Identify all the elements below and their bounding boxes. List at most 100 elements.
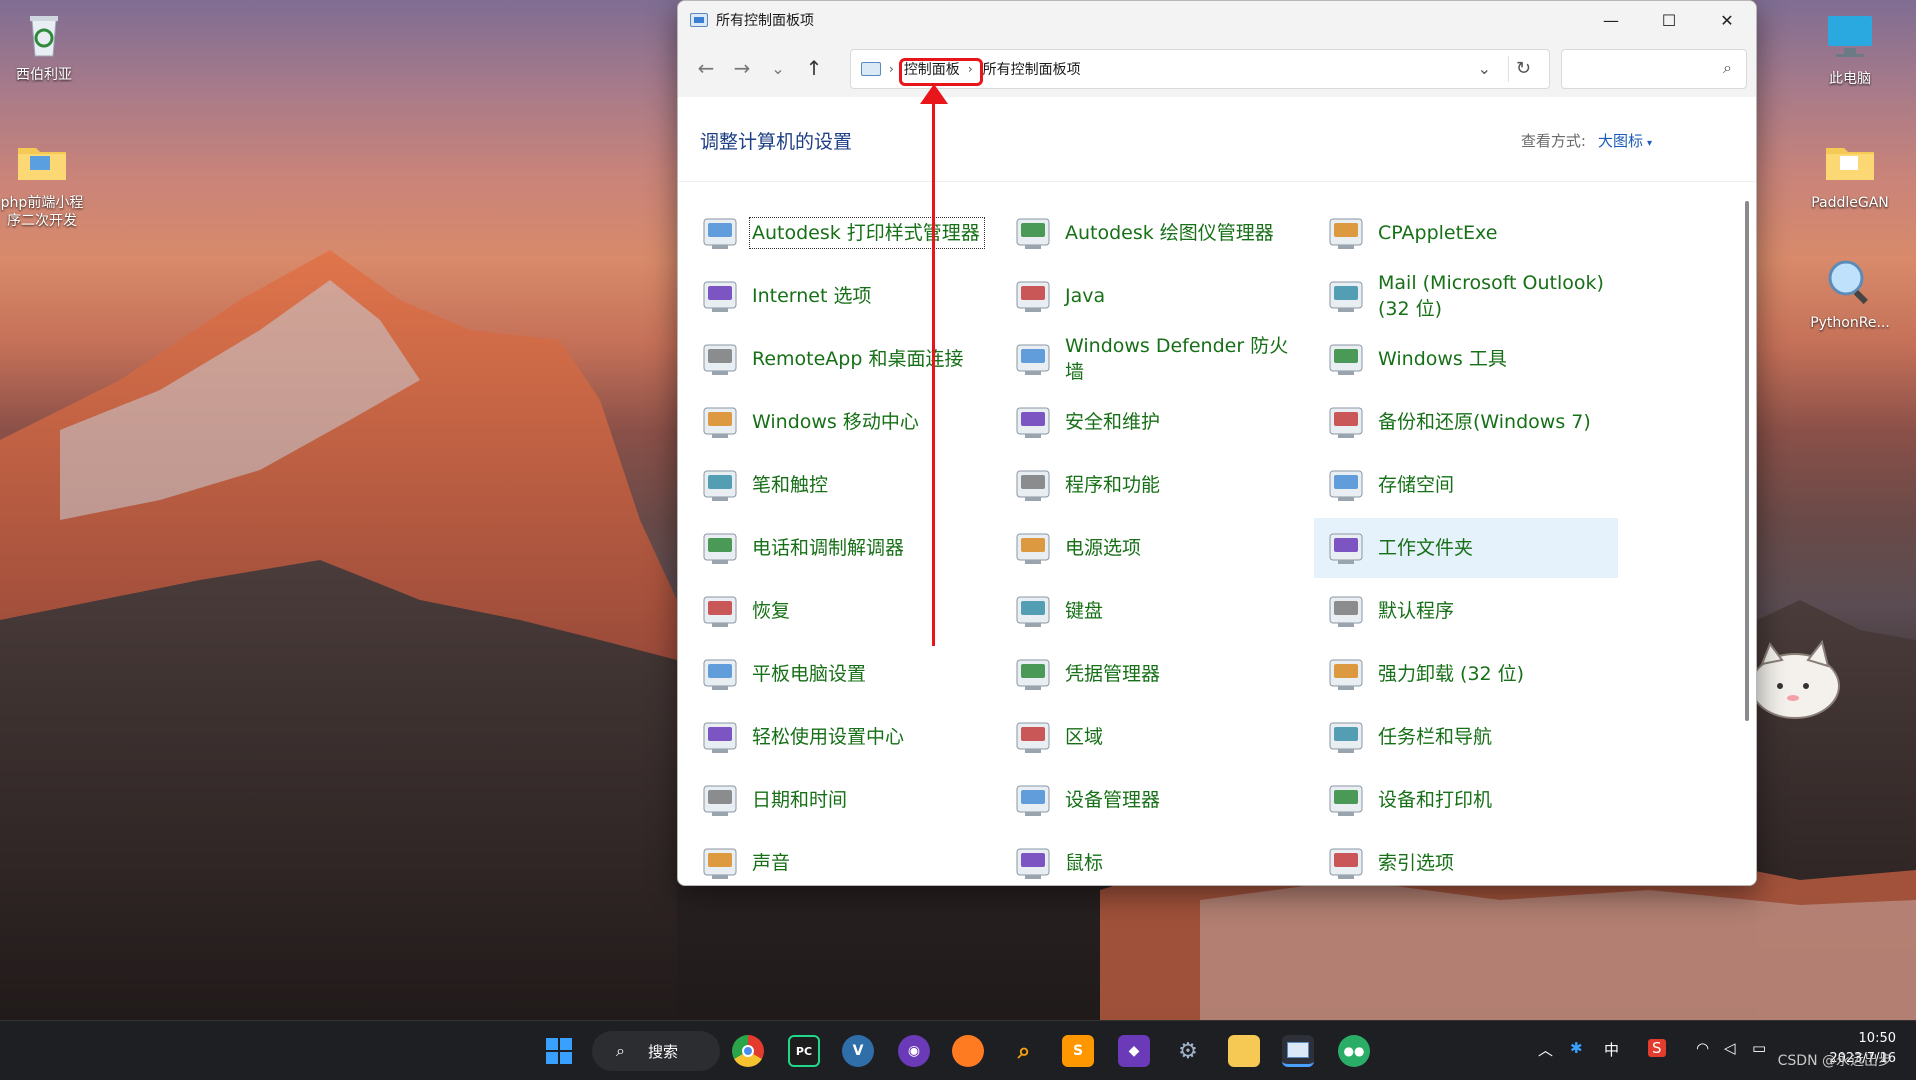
mail-icon xyxy=(1324,274,1368,318)
control-panel-item[interactable]: 键盘 xyxy=(1001,581,1305,641)
index-icon xyxy=(1324,841,1368,885)
control-panel-item-label: 程序和功能 xyxy=(1065,474,1161,496)
folder-icon xyxy=(14,134,70,190)
ime-indicator[interactable]: 中 xyxy=(1604,1039,1619,1060)
java-icon xyxy=(1011,274,1055,318)
control-panel-item[interactable]: Windows Defender 防火墙 xyxy=(1001,329,1305,389)
start-button[interactable] xyxy=(543,1035,575,1067)
refresh-icon[interactable]: ↻ xyxy=(1516,58,1531,79)
title-bar[interactable]: 所有控制面板项 — ☐ ✕ xyxy=(678,1,1756,39)
maximize-button[interactable]: ☐ xyxy=(1640,1,1698,39)
search-input[interactable]: ⌕ xyxy=(1561,49,1747,89)
control-panel-item[interactable]: 声音 xyxy=(688,833,992,885)
view-by-dropdown[interactable]: 大图标 xyxy=(1598,132,1643,150)
control-panel-item[interactable]: 平板电脑设置 xyxy=(688,644,992,704)
desktop-icon-php-folder[interactable]: php前端小程序二次开发 xyxy=(0,134,90,230)
tablet-icon xyxy=(698,652,742,696)
app-v-icon[interactable]: V xyxy=(842,1035,874,1067)
sublime-icon[interactable]: S xyxy=(1062,1035,1094,1067)
control-panel-item[interactable]: 设备管理器 xyxy=(1001,770,1305,830)
control-panel-item[interactable]: 恢复 xyxy=(688,581,992,641)
control-panel-item[interactable]: Windows 移动中心 xyxy=(688,392,992,452)
control-panel-item-label: 轻松使用设置中心 xyxy=(752,726,905,748)
control-panel-item[interactable]: 任务栏和导航 xyxy=(1314,707,1618,767)
control-panel-item[interactable]: 工作文件夹 xyxy=(1314,518,1618,578)
forward-button[interactable]: → xyxy=(724,50,760,86)
desktop-icon-paddlegan[interactable]: PaddleGAN xyxy=(1802,134,1898,212)
control-panel-item[interactable]: Internet 选项 xyxy=(688,266,992,326)
control-panel-item[interactable]: 安全和维护 xyxy=(1001,392,1305,452)
plotter-icon xyxy=(1011,211,1055,255)
app-s-icon[interactable]: S xyxy=(1648,1039,1666,1057)
remote-desktop-icon xyxy=(698,337,742,381)
control-panel-item[interactable]: 设备和打印机 xyxy=(1314,770,1618,830)
default-programs-icon xyxy=(1324,589,1368,633)
device-manager-icon xyxy=(1011,778,1055,822)
uninstall-clover-icon xyxy=(1324,652,1368,696)
control-panel-item[interactable]: 存储空间 xyxy=(1314,455,1618,515)
volume-icon[interactable]: ◁ xyxy=(1724,1039,1736,1057)
app-mask-icon[interactable]: ◉ xyxy=(898,1035,930,1067)
minimize-button[interactable]: — xyxy=(1582,1,1640,39)
control-panel-item[interactable]: RemoteApp 和桌面连接 xyxy=(688,329,992,389)
scrollbar-thumb[interactable] xyxy=(1745,201,1749,721)
up-button[interactable]: ↑ xyxy=(796,50,832,86)
control-panel-item[interactable]: 索引选项 xyxy=(1314,833,1618,885)
desktop-icon-pythonre[interactable]: PythonRe... xyxy=(1802,254,1898,332)
control-panel-item[interactable]: Java xyxy=(1001,266,1305,326)
search-app-icon[interactable]: ⌕ xyxy=(1008,1035,1040,1067)
control-panel-item[interactable]: Mail (Microsoft Outlook) (32 位) xyxy=(1314,266,1618,326)
bluetooth-icon[interactable]: ✱ xyxy=(1570,1039,1583,1057)
back-button[interactable]: ← xyxy=(688,50,724,86)
settings-gear-icon[interactable]: ⚙ xyxy=(1172,1035,1204,1067)
control-panel-item[interactable]: 电源选项 xyxy=(1001,518,1305,578)
battery-icon[interactable]: ▭ xyxy=(1752,1039,1766,1057)
control-panel-item[interactable]: CPAppletExe xyxy=(1314,203,1618,263)
chrome-icon[interactable] xyxy=(732,1035,764,1067)
tray-overflow-icon[interactable]: ︿ xyxy=(1538,1039,1553,1060)
control-panel-item[interactable]: 默认程序 xyxy=(1314,581,1618,641)
wechat-icon[interactable]: ●● xyxy=(1338,1035,1370,1067)
control-panel-item[interactable]: 笔和触控 xyxy=(688,455,992,515)
control-panel-item[interactable]: 鼠标 xyxy=(1001,833,1305,885)
file-explorer-icon[interactable] xyxy=(1228,1035,1260,1067)
desktop-icon-recycle-bin[interactable]: 西伯利亚 xyxy=(0,6,92,84)
desktop-icon-label: 此电脑 xyxy=(1829,71,1871,87)
control-panel-item-label: 索引选项 xyxy=(1378,852,1455,874)
magnifier-icon xyxy=(1822,254,1878,310)
desktop-icon-this-pc[interactable]: 此电脑 xyxy=(1802,10,1898,88)
folder-icon xyxy=(1822,134,1878,190)
vertical-scrollbar[interactable] xyxy=(1738,183,1756,885)
control-panel-item[interactable]: 轻松使用设置中心 xyxy=(688,707,992,767)
visual-studio-icon[interactable]: ◆ xyxy=(1118,1035,1150,1067)
breadcrumb-all-items[interactable]: 所有控制面板项 xyxy=(979,57,1085,81)
caret-down-icon[interactable]: ▾ xyxy=(1647,138,1652,149)
firefox-icon[interactable] xyxy=(952,1035,984,1067)
control-panel-item-label: Internet 选项 xyxy=(752,285,872,307)
control-panel-item[interactable]: 备份和还原(Windows 7) xyxy=(1314,392,1618,452)
control-panel-item[interactable]: Windows 工具 xyxy=(1314,329,1618,389)
control-panel-item[interactable]: 电话和调制解调器 xyxy=(688,518,992,578)
annotation-highlight-box xyxy=(899,58,983,86)
firewall-icon xyxy=(1011,337,1055,381)
control-panel-item[interactable]: 日期和时间 xyxy=(688,770,992,830)
control-panel-item[interactable]: 强力卸载 (32 位) xyxy=(1314,644,1618,704)
control-panel-taskbar-icon[interactable] xyxy=(1282,1035,1314,1067)
control-panel-item[interactable]: Autodesk 绘图仪管理器 xyxy=(1001,203,1305,263)
control-panel-item-label: 电源选项 xyxy=(1065,537,1142,559)
control-panel-item-label: 存储空间 xyxy=(1378,474,1455,496)
pycharm-icon[interactable]: PC xyxy=(788,1035,820,1067)
taskbar-search[interactable]: ⌕ 搜索 xyxy=(592,1031,720,1071)
wifi-icon[interactable]: ◠ xyxy=(1696,1039,1709,1057)
control-panel-item[interactable]: 程序和功能 xyxy=(1001,455,1305,515)
control-panel-item-label: 凭据管理器 xyxy=(1065,663,1161,685)
control-panel-item[interactable]: Autodesk 打印样式管理器 xyxy=(688,203,992,263)
close-button[interactable]: ✕ xyxy=(1698,1,1756,39)
globe-doc-icon xyxy=(698,274,742,318)
pen-icon xyxy=(698,463,742,507)
recent-locations-button[interactable]: ⌄ xyxy=(760,50,796,86)
control-panel-item[interactable]: 凭据管理器 xyxy=(1001,644,1305,704)
control-panel-item[interactable]: 区域 xyxy=(1001,707,1305,767)
navigation-bar: ← → ⌄ ↑ › 控制面板 › 所有控制面板项 ⌄ ↻ ⌕ xyxy=(678,39,1756,97)
chevron-down-icon[interactable]: ⌄ xyxy=(1478,59,1491,78)
